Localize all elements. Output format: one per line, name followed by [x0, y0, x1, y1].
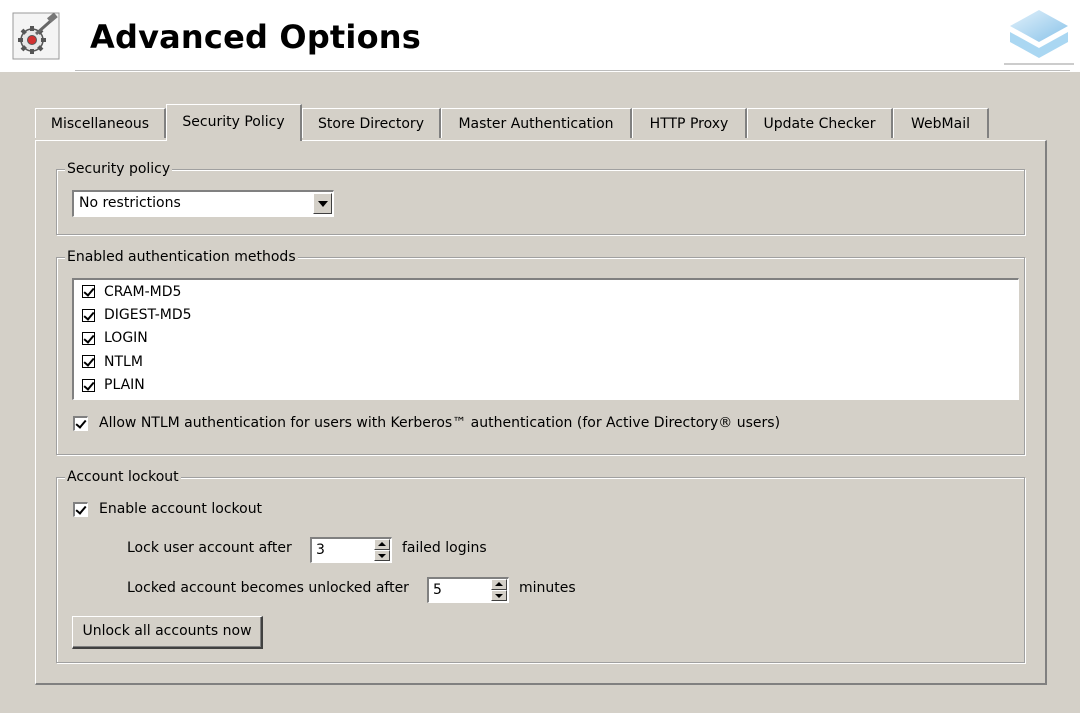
lock-after-value: 3 — [316, 542, 325, 558]
list-item[interactable]: NTLM — [74, 350, 1018, 373]
security-policy-legend: Security policy — [65, 160, 173, 178]
spin-up-icon[interactable] — [374, 539, 390, 550]
auth-methods-group: Enabled authentication methods CRAM-MD5 … — [56, 248, 1025, 455]
enable-lockout-checkbox[interactable] — [73, 501, 88, 517]
allow-ntlm-row[interactable]: Allow NTLM authentication for users with… — [73, 415, 780, 431]
list-item[interactable]: PLAIN — [74, 374, 1018, 397]
list-item-label: CRAM-MD5 — [104, 283, 182, 300]
list-item-label: DIGEST-MD5 — [104, 307, 192, 324]
checkbox-login[interactable] — [82, 331, 95, 345]
auth-methods-list[interactable]: CRAM-MD5 DIGEST-MD5 LOGIN NTLM PLAIN — [72, 278, 1019, 400]
unlock-all-button[interactable]: Unlock all accounts now — [72, 616, 263, 649]
security-policy-dropdown[interactable]: No restrictions — [72, 190, 334, 217]
tab-store-directory[interactable]: Store Directory — [302, 108, 441, 138]
check-icon — [83, 308, 95, 321]
lock-after-stepper[interactable]: 3 — [310, 537, 392, 563]
list-item-label: NTLM — [104, 353, 143, 370]
list-item[interactable]: CRAM-MD5 — [74, 280, 1018, 303]
account-lockout-group: Account lockout Enable account lockout L… — [56, 468, 1025, 663]
list-item-label: LOGIN — [104, 330, 148, 347]
tab-http-proxy[interactable]: HTTP Proxy — [632, 108, 747, 138]
account-lockout-legend: Account lockout — [65, 468, 181, 486]
spin-up-icon[interactable] — [491, 579, 507, 590]
check-icon — [75, 416, 87, 429]
tab-miscellaneous[interactable]: Miscellaneous — [35, 108, 166, 138]
auth-methods-legend: Enabled authentication methods — [65, 248, 298, 266]
security-policy-group: Security policy No restrictions — [56, 160, 1025, 235]
tab-webmail[interactable]: WebMail — [893, 108, 989, 138]
check-icon — [83, 332, 95, 344]
enable-lockout-row[interactable]: Enable account lockout — [73, 501, 262, 517]
lock-after-label: Lock user account after — [127, 540, 292, 556]
unlock-after-suffix: minutes — [519, 580, 576, 596]
spin-down-icon[interactable] — [491, 590, 507, 601]
page-title: Advanced Options — [90, 18, 422, 56]
allow-ntlm-checkbox[interactable] — [73, 415, 88, 431]
check-icon — [83, 285, 95, 297]
list-item[interactable]: LOGIN — [74, 327, 1018, 350]
unlock-after-spin-buttons — [491, 579, 507, 602]
list-item[interactable]: DIGEST-MD5 — [74, 303, 1018, 326]
check-icon — [75, 502, 87, 515]
tab-security-policy[interactable]: Security Policy — [166, 104, 302, 141]
checkbox-digest-md5[interactable] — [82, 308, 95, 322]
tab-master-authentication[interactable]: Master Authentication — [441, 108, 632, 138]
spin-down-icon[interactable] — [374, 550, 390, 561]
gear-tools-icon — [12, 12, 60, 60]
list-item-label: PLAIN — [104, 377, 145, 394]
check-icon — [83, 355, 95, 368]
lock-after-suffix: failed logins — [402, 540, 487, 556]
checkbox-ntlm[interactable] — [82, 355, 95, 369]
chevron-down-icon[interactable] — [313, 193, 332, 214]
checkbox-plain[interactable] — [82, 378, 95, 392]
allow-ntlm-label: Allow NTLM authentication for users with… — [99, 415, 781, 431]
checkbox-cram-md5[interactable] — [82, 285, 95, 299]
check-icon — [83, 378, 95, 391]
brand-logo — [1004, 10, 1074, 65]
enable-lockout-label: Enable account lockout — [99, 501, 263, 517]
tab-update-checker[interactable]: Update Checker — [747, 108, 893, 138]
header: Advanced Options — [0, 0, 1080, 72]
security-policy-value: No restrictions — [79, 195, 181, 211]
lock-after-spin-buttons — [374, 539, 390, 562]
unlock-after-stepper[interactable]: 5 — [427, 577, 509, 603]
unlock-after-label: Locked account becomes unlocked after — [127, 580, 409, 596]
unlock-after-value: 5 — [433, 582, 442, 598]
header-divider — [75, 70, 1070, 71]
tab-content: Security policy No restrictions Enabled … — [35, 140, 1047, 685]
